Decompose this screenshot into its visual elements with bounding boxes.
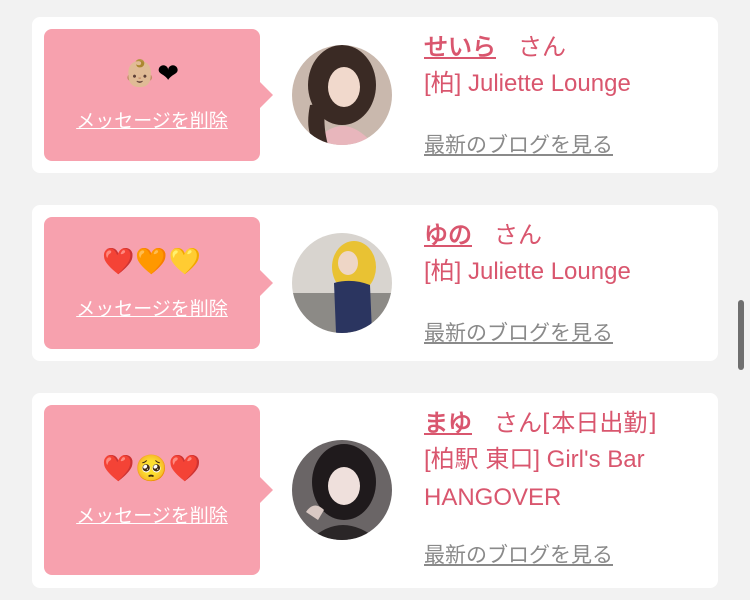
delete-message-link[interactable]: メッセージを削除 xyxy=(76,106,228,133)
latest-blog-link[interactable]: 最新のブログを見る xyxy=(424,129,613,159)
avatar[interactable] xyxy=(292,45,392,145)
shop-name: [柏] Juliette Lounge xyxy=(424,70,631,97)
latest-blog-link[interactable]: 最新のブログを見る xyxy=(424,317,613,347)
cast-name-link[interactable]: ゆの xyxy=(424,221,472,249)
profile-info: ゆの さん [柏] Juliette Lounge xyxy=(424,217,714,291)
shop-name: [柏] Juliette Lounge xyxy=(424,258,631,285)
delete-message-link[interactable]: メッセージを削除 xyxy=(76,501,228,528)
profile-info: せいら さん [柏] Juliette Lounge xyxy=(424,29,714,103)
shop-name: [柏駅 東口] Girl's Bar xyxy=(424,446,645,473)
cast-name-link[interactable]: まゆ xyxy=(424,409,472,437)
message-bubble: ❤️🧡💛 メッセージを削除 xyxy=(44,217,273,349)
shop-name: HANGOVER xyxy=(424,484,562,511)
profile-info: まゆ さん[本日出勤] [柏駅 東口] Girl's Bar HANGOVER xyxy=(424,405,714,517)
message-card: ❤️🥺❤️ メッセージを削除 まゆ さん[本日出勤] [柏駅 東口] Girl's… xyxy=(32,393,718,588)
message-card: 👶🏼❤ メッセージを削除 せいら さん [柏] Juliette Lounge 最… xyxy=(32,17,718,173)
scrollbar[interactable] xyxy=(738,300,744,370)
latest-blog-link[interactable]: 最新のブログを見る xyxy=(424,539,613,569)
message-bubble: ❤️🥺❤️ メッセージを削除 xyxy=(44,405,273,575)
message-bubble: 👶🏼❤ メッセージを削除 xyxy=(44,29,273,161)
message-card: ❤️🧡💛 メッセージを削除 ゆの さん [柏] Juliette Lounge 最… xyxy=(32,205,718,361)
message-emoji: 👶🏼❤ xyxy=(123,58,181,89)
name-line: ゆの さん xyxy=(424,217,714,253)
honorific: さん xyxy=(494,221,542,249)
cast-name-link[interactable]: せいら xyxy=(424,33,496,61)
name-line: せいら さん xyxy=(424,29,714,65)
honorific: さん xyxy=(494,409,542,437)
honorific: さん xyxy=(518,33,566,61)
avatar[interactable] xyxy=(292,233,392,333)
work-status: [本日出勤] xyxy=(542,409,657,437)
name-line: まゆ さん[本日出勤] xyxy=(424,405,714,441)
delete-message-link[interactable]: メッセージを削除 xyxy=(76,294,228,321)
message-emoji: ❤️🧡💛 xyxy=(101,246,203,277)
message-emoji: ❤️🥺❤️ xyxy=(101,453,203,484)
avatar[interactable] xyxy=(292,440,392,540)
